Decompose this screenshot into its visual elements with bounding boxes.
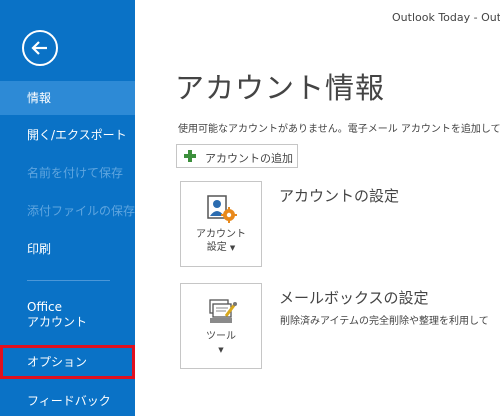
window-title: Outlook Today - Outl	[392, 11, 500, 24]
nav-item-label: 開く/エクスポート	[27, 128, 127, 142]
nav-item-info[interactable]: 情報	[0, 81, 135, 115]
tile-label-row: 設定 ▼	[181, 241, 261, 255]
tile-label: アカウント	[196, 229, 246, 240]
nav-item-options[interactable]: オプション	[0, 345, 135, 379]
info-text: 使用可能なアカウントがありません。電子メール アカウントを追加して、	[178, 124, 500, 135]
tile-label: ツール	[206, 331, 236, 342]
mailbox-tools-button[interactable]: ツール ▼	[180, 283, 262, 369]
nav-item-label: フィードバック	[27, 394, 111, 408]
account-settings-icon	[207, 195, 237, 223]
nav-item-open-export[interactable]: 開く/エクスポート	[0, 118, 135, 152]
nav-item-save-as: 名前を付けて保存	[0, 156, 135, 190]
mailbox-settings-title: メールボックスの設定	[279, 289, 429, 307]
caret-down-icon: ▼	[229, 244, 236, 252]
nav-item-label: オプション	[27, 355, 88, 369]
plus-icon	[184, 150, 196, 162]
nav-divider	[27, 280, 110, 281]
nav-item-office-account[interactable]: Office アカウント	[0, 298, 135, 336]
nav-item-label: アカウント	[27, 315, 88, 329]
nav-item-print[interactable]: 印刷	[0, 232, 135, 266]
back-arrow-icon	[31, 41, 47, 55]
tools-icon	[209, 299, 237, 323]
account-settings-title: アカウントの設定	[279, 187, 400, 205]
back-button[interactable]	[22, 30, 58, 66]
nav-item-save-attachments: 添付ファイルの保存	[0, 194, 135, 228]
mailbox-settings-description: 削除済みアイテムの完全削除や整理を利用して	[280, 316, 489, 327]
page-title: アカウント情報	[175, 71, 386, 105]
add-account-label: アカウントの追加	[205, 152, 293, 165]
nav-item-label: 情報	[27, 91, 52, 105]
nav-item-label: 名前を付けて保存	[27, 166, 124, 180]
add-account-button[interactable]: アカウントの追加	[176, 144, 298, 168]
tile-label: 設定	[206, 242, 227, 253]
nav-item-label: Office	[27, 300, 63, 314]
account-settings-button[interactable]: アカウント 設定 ▼	[180, 181, 262, 267]
nav-item-label: 添付ファイルの保存	[27, 204, 136, 218]
nav-item-feedback[interactable]: フィードバック	[0, 384, 135, 416]
tile-caret-row: ▼	[181, 343, 261, 357]
nav-item-label: 印刷	[27, 242, 52, 256]
caret-down-icon: ▼	[218, 346, 224, 354]
backstage-sidebar: 情報 開く/エクスポート 名前を付けて保存 添付ファイルの保存 印刷 Offic…	[0, 0, 135, 416]
